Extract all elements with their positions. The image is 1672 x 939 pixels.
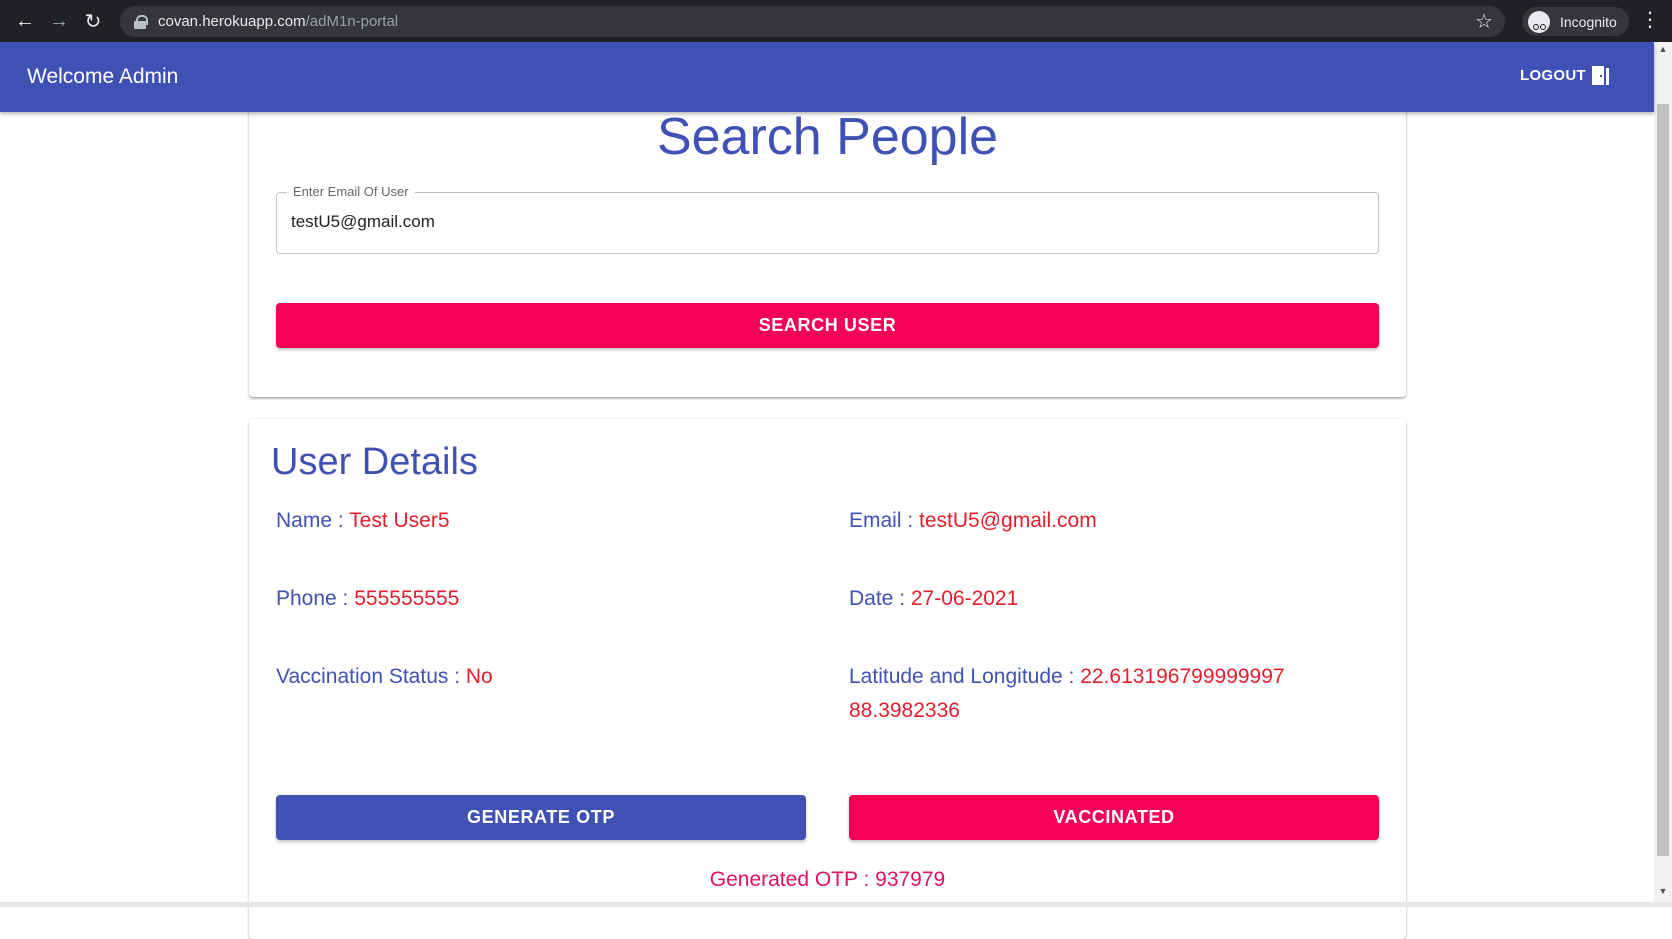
reload-icon[interactable]: ↻ xyxy=(76,4,110,38)
url-path: /adM1n-portal xyxy=(305,13,399,30)
url-host: covan.herokuapp.com xyxy=(158,13,306,30)
user-details-card: User Details Name : Test User5 Email : t… xyxy=(249,419,1406,939)
lock-icon xyxy=(134,14,148,29)
search-title: Search People xyxy=(656,108,999,166)
email-label: Email : xyxy=(849,509,920,532)
name-field: Name : Test User5 xyxy=(276,504,450,538)
page-scrollbar[interactable]: ▲ ▼ xyxy=(1654,42,1672,902)
vaccination-status-label: Vaccination Status : xyxy=(276,665,466,688)
scroll-up-arrow-icon[interactable]: ▲ xyxy=(1654,44,1672,58)
incognito-profile-button[interactable]: Incognito xyxy=(1522,7,1629,36)
lat-lng-field: Latitude and Longitude : 22.613196799999… xyxy=(849,660,1349,728)
email-detail-field: Email : testU5@gmail.com xyxy=(849,504,1097,538)
date-value: 27-06-2021 xyxy=(910,587,1019,610)
lat-lng-label: Latitude and Longitude : xyxy=(849,665,1081,688)
incognito-label: Incognito xyxy=(1560,13,1617,30)
bookmark-star-icon[interactable]: ☆ xyxy=(1475,9,1493,34)
otp-value: 937979 xyxy=(875,868,946,891)
app-title: Welcome Admin xyxy=(27,65,179,88)
name-value: Test User5 xyxy=(349,509,450,532)
phone-field: Phone : 555555555 xyxy=(276,582,459,616)
search-card: Search People Enter Email Of User SEARCH… xyxy=(249,80,1406,397)
name-label: Name : xyxy=(276,509,350,532)
logout-button[interactable]: LOGOUT xyxy=(1520,66,1610,85)
email-field[interactable]: Enter Email Of User xyxy=(276,184,1379,254)
search-user-button[interactable]: SEARCH USER xyxy=(276,303,1379,348)
browser-menu-icon[interactable]: ⋮ xyxy=(1640,9,1660,31)
phone-label: Phone : xyxy=(276,587,355,610)
scroll-down-arrow-icon[interactable]: ▼ xyxy=(1654,886,1672,900)
details-title: User Details xyxy=(271,441,478,483)
exit-door-icon xyxy=(1591,66,1610,85)
logout-label: LOGOUT xyxy=(1520,67,1586,84)
address-bar[interactable]: covan.herokuapp.com/adM1n-portal ☆ xyxy=(120,6,1505,37)
vaccination-status-field: Vaccination Status : No xyxy=(276,660,493,694)
forward-arrow-icon[interactable]: → xyxy=(42,4,76,38)
email-value: testU5@gmail.com xyxy=(919,509,1097,532)
email-field-label: Enter Email Of User xyxy=(287,184,415,199)
phone-value: 555555555 xyxy=(354,587,460,610)
browser-toolbar: ← → ↻ covan.herokuapp.com/adM1n-portal ☆… xyxy=(0,0,1672,42)
date-label: Date : xyxy=(849,587,911,610)
page-bottom-edge xyxy=(0,902,1672,907)
generated-otp: Generated OTP : 937979 xyxy=(249,868,1406,892)
date-field: Date : 27-06-2021 xyxy=(849,582,1018,616)
email-input[interactable] xyxy=(291,212,1351,232)
generate-otp-button[interactable]: GENERATE OTP xyxy=(276,795,806,840)
app-bar: Welcome Admin LOGOUT xyxy=(0,42,1654,112)
incognito-icon xyxy=(1528,10,1550,33)
back-arrow-icon[interactable]: ← xyxy=(8,4,42,38)
scrollbar-thumb[interactable] xyxy=(1657,104,1669,856)
otp-label: Generated OTP : xyxy=(709,868,876,891)
vaccination-status-value: No xyxy=(465,665,493,688)
vaccinated-button[interactable]: VACCINATED xyxy=(849,795,1379,840)
